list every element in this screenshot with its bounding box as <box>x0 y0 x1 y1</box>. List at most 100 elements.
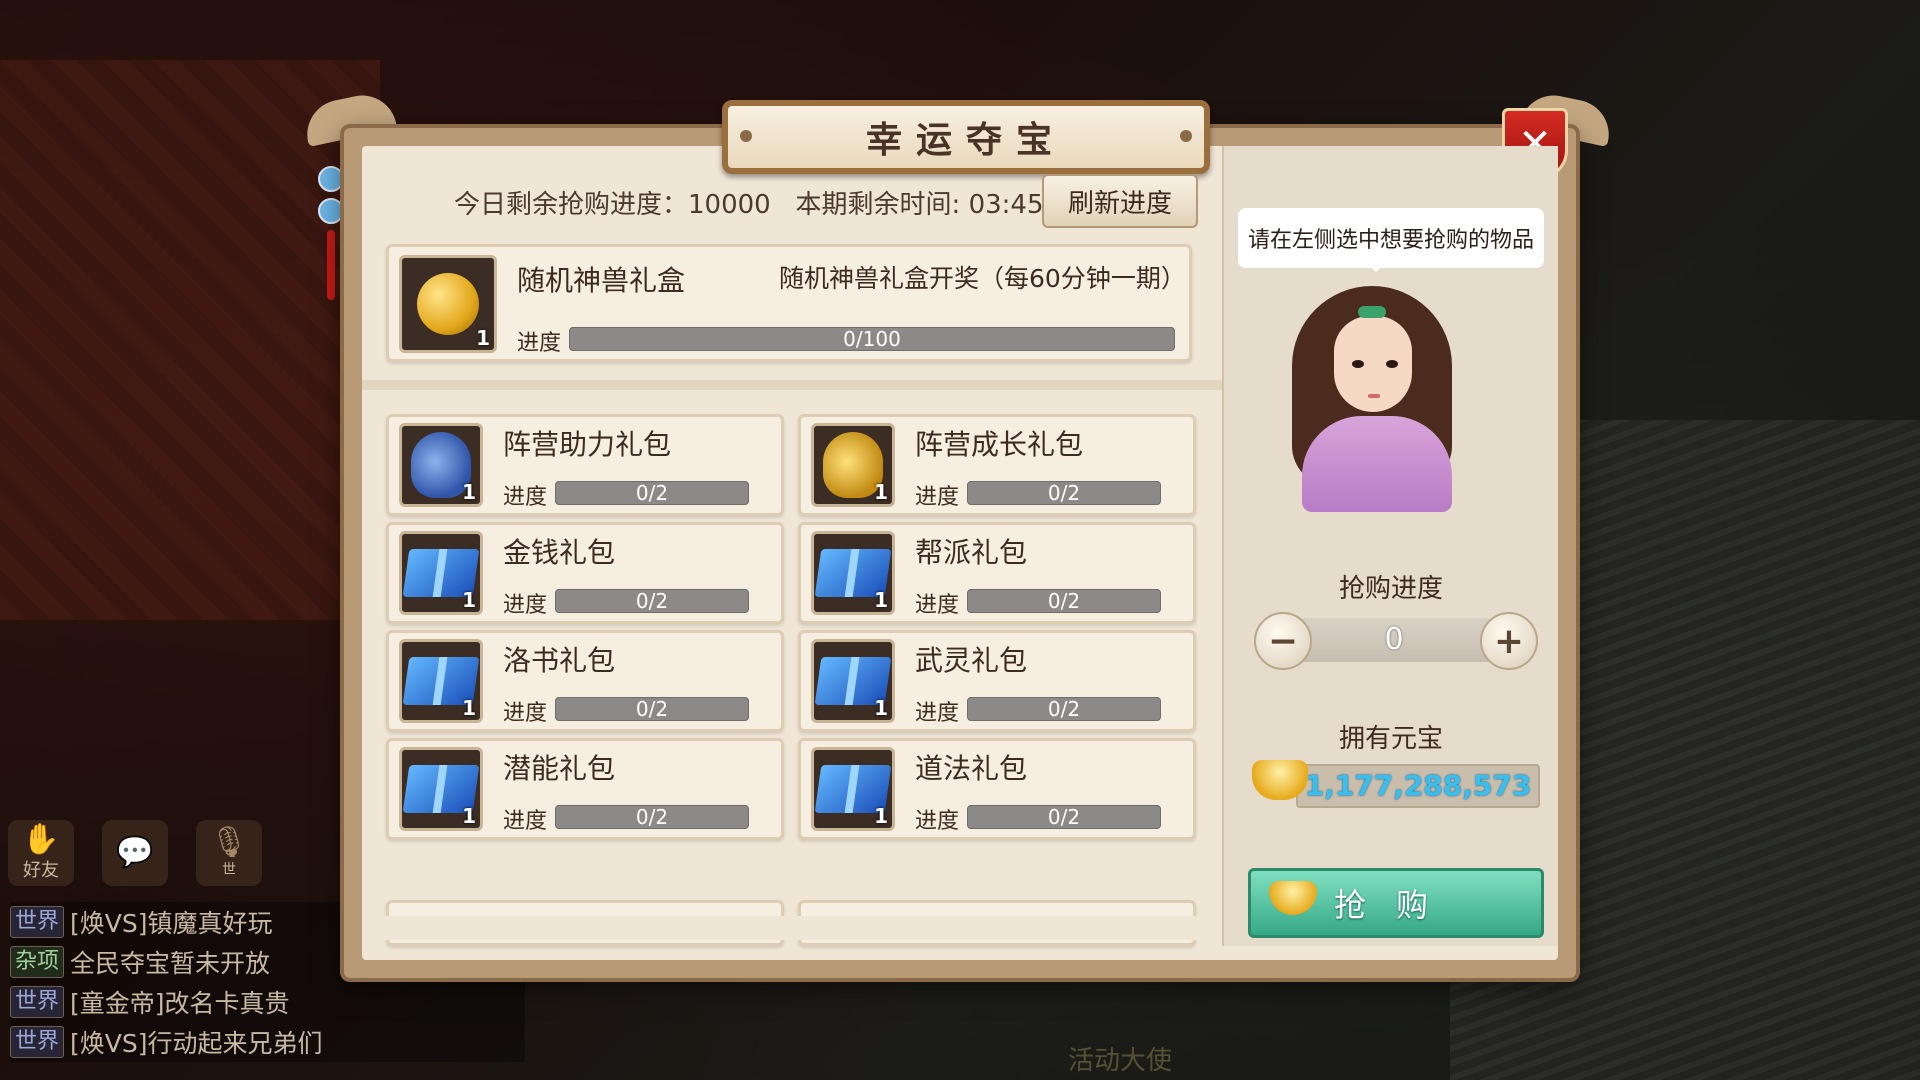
item-quantity: 1 <box>476 326 490 350</box>
progress-label: 进度 <box>915 593 960 618</box>
progress-label: 进度 <box>915 809 960 834</box>
progress-label: 进度 <box>503 809 548 834</box>
item-icon-frame: 1 <box>811 639 895 723</box>
increase-button[interactable]: + <box>1480 612 1538 670</box>
chat-button[interactable]: 💬 <box>102 820 168 886</box>
item-list-area: 今日剩余抢购进度：10000 本期剩余时间: 03:45 刷新进度 1 随机神兽… <box>362 146 1222 946</box>
item-card[interactable]: 1 潜能礼包进度 0/2 <box>386 738 784 840</box>
activity-envoy-label[interactable]: 活动大使 <box>1068 1040 1172 1077</box>
chat-text: [焕VS]镇魔真好玩 <box>70 909 273 938</box>
item-icon-frame: 1 <box>399 255 497 353</box>
friends-button[interactable]: ✋ 好友 <box>8 820 74 886</box>
progress-bar: 0/2 <box>555 481 749 505</box>
progress-text: 0/100 <box>843 327 901 351</box>
item-quantity: 1 <box>874 696 888 720</box>
yuanbao-balance: 1,177,288,573 <box>1252 760 1542 808</box>
progress-bar: 0/100 <box>569 327 1175 351</box>
progress-bar: 0/2 <box>967 805 1161 829</box>
item-card[interactable]: 1 阵营助力礼包 进度 0/2 <box>386 414 784 516</box>
microphone-icon: 🎙 <box>209 825 249 860</box>
item-icon-frame: 1 <box>811 423 895 507</box>
item-quantity: 1 <box>874 480 888 504</box>
progress-text: 0/2 <box>1047 697 1081 721</box>
progress-label: 进度 <box>517 331 562 356</box>
time-remaining-value: 03:45 <box>968 190 1044 220</box>
chat-text: [童金帝]改名卡真贵 <box>70 989 290 1018</box>
chat-message: 世界 [童金帝]改名卡真贵 <box>10 982 525 1022</box>
item-name: 金钱礼包 <box>503 536 616 569</box>
buy-button[interactable]: 抢购 <box>1248 868 1544 938</box>
item-name: 阵营助力礼包 <box>503 428 672 461</box>
item-name: 武灵礼包 <box>915 644 1028 677</box>
time-remaining-label: 本期剩余时间: <box>795 190 969 220</box>
item-quantity: 1 <box>462 696 476 720</box>
decrease-button[interactable]: − <box>1254 612 1312 670</box>
item-description: 随机神兽礼盒开奖（每60分钟一期） <box>779 264 1186 293</box>
item-name: 潜能礼包 <box>503 752 616 785</box>
handshake-icon: ✋ <box>22 822 60 857</box>
gold-ingot-icon <box>1269 881 1317 915</box>
progress-bar: 0/2 <box>555 589 749 613</box>
red-carpet-floor <box>0 60 380 620</box>
progress-bar: 0/2 <box>555 697 749 721</box>
npc-portrait <box>1282 276 1462 512</box>
progress-bar: 0/2 <box>555 805 749 829</box>
quantity-value[interactable]: 0 <box>1280 618 1508 662</box>
item-quantity: 1 <box>462 480 476 504</box>
item-card[interactable]: 1 武灵礼包进度 0/2 <box>798 630 1196 732</box>
item-icon-frame: 1 <box>399 747 483 831</box>
progress-text: 0/2 <box>1047 589 1081 613</box>
item-quantity: 1 <box>462 804 476 828</box>
item-card[interactable]: 1 帮派礼包进度 0/2 <box>798 522 1196 624</box>
progress-bar: 0/2 <box>967 589 1161 613</box>
progress-label: 进度 <box>915 701 960 726</box>
remaining-progress-value: 10000 <box>688 190 771 220</box>
hud-quick-icons: ✋ 好友 💬 🎙 世 <box>8 820 262 886</box>
chat-text: 全民夺宝暂未开放 <box>70 949 271 978</box>
chat-channel-tag: 世界 <box>10 986 65 1018</box>
item-icon-frame: 1 <box>811 531 895 615</box>
progress-text: 0/2 <box>1047 481 1081 505</box>
title-ornament-dot <box>1180 130 1192 142</box>
minus-icon: − <box>1267 620 1299 662</box>
buy-progress-label: 抢购进度 <box>1338 574 1443 604</box>
chat-message: 世界 [焕VS]行动起来兄弟们 <box>10 1022 525 1062</box>
featured-item-card[interactable]: 1 随机神兽礼盒 随机神兽礼盒开奖（每60分钟一期） 进度 0/100 <box>386 244 1192 362</box>
item-card[interactable]: 1 阵营成长礼包进度 0/2 <box>798 414 1196 516</box>
voice-channel-badge: 世 <box>222 862 236 878</box>
item-name: 随机神兽礼盒 <box>517 264 686 297</box>
item-icon-frame: 1 <box>399 531 483 615</box>
progress-label: 进度 <box>503 701 548 726</box>
item-name: 洛书礼包 <box>503 644 616 677</box>
list-divider <box>362 380 1222 390</box>
progress-text: 0/2 <box>1047 805 1081 829</box>
item-name: 阵营成长礼包 <box>915 428 1084 461</box>
yuanbao-label: 拥有元宝 <box>1338 724 1443 754</box>
progress-bar: 0/2 <box>967 697 1161 721</box>
item-quantity: 1 <box>462 588 476 612</box>
gold-ingot-icon <box>1252 760 1308 800</box>
chat-channel-tag: 杂项 <box>10 946 65 978</box>
chat-channel-tag: 世界 <box>10 1026 65 1058</box>
item-icon-frame: 1 <box>399 423 483 507</box>
list-clip-edge <box>362 916 1222 940</box>
progress-text: 0/2 <box>635 697 669 721</box>
item-card[interactable]: 1 洛书礼包进度 0/2 <box>386 630 784 732</box>
item-card[interactable]: 1 道法礼包 进度 0/2 <box>798 738 1196 840</box>
refresh-progress-button[interactable]: 刷新进度 <box>1042 174 1198 228</box>
hanging-charm-ornament <box>316 160 346 320</box>
quantity-stepper: 0 − + <box>1254 612 1538 670</box>
plus-icon: + <box>1493 620 1525 662</box>
item-card[interactable]: 1 金钱礼包进度 0/2 <box>386 522 784 624</box>
title-ornament-dot <box>740 130 752 142</box>
progress-text: 0/2 <box>635 805 669 829</box>
voice-button[interactable]: 🎙 世 <box>196 820 262 886</box>
progress-label: 进度 <box>915 485 960 510</box>
item-name: 帮派礼包 <box>915 536 1028 569</box>
remaining-progress-label: 今日剩余抢购进度： <box>454 190 689 220</box>
progress-label: 进度 <box>503 593 548 618</box>
item-icon-frame: 1 <box>399 639 483 723</box>
progress-text: 0/2 <box>635 481 669 505</box>
status-line: 今日剩余抢购进度：10000 本期剩余时间: 03:45 <box>454 184 1044 221</box>
item-quantity: 1 <box>874 588 888 612</box>
